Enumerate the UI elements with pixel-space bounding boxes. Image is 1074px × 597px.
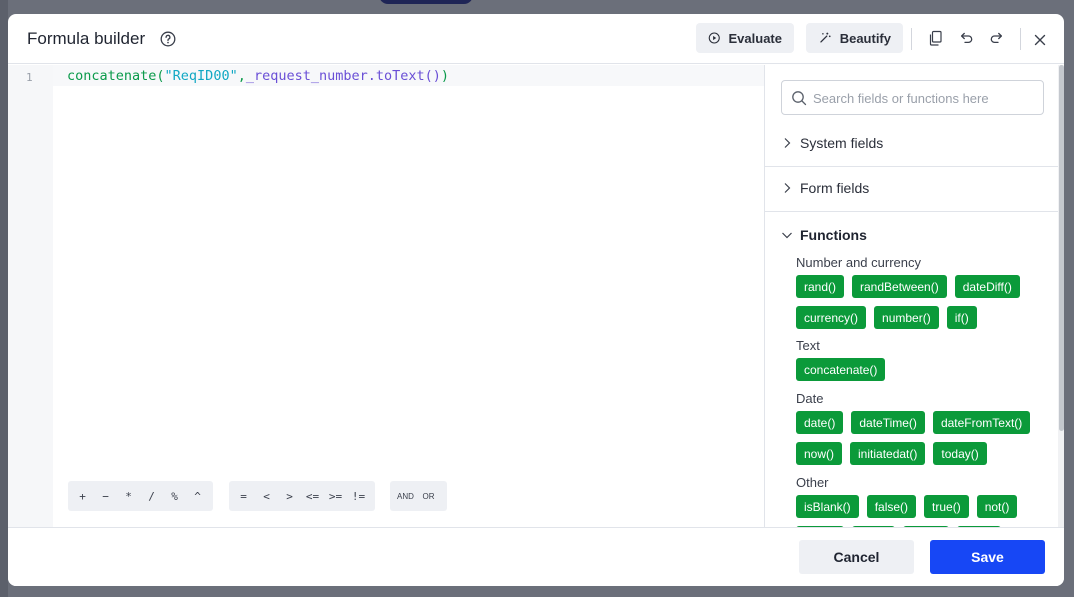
chip-row: date() dateTime() dateFromText() — [796, 411, 1031, 434]
function-chip[interactable]: dateTime() — [851, 411, 925, 434]
dialog-title: Formula builder — [27, 29, 146, 48]
magic-wand-icon — [820, 32, 831, 43]
toolbar-divider — [911, 28, 912, 50]
code-close-token: ) — [440, 68, 450, 84]
section-label: System fields — [800, 135, 884, 151]
arithmetic-operators: + − * / % ^ — [68, 481, 213, 511]
code-function-token: concatenate( — [67, 68, 165, 84]
function-chip[interactable]: number() — [874, 306, 939, 329]
operator-multiply-button[interactable]: * — [117, 490, 140, 503]
operator-and-button[interactable]: AND — [394, 492, 417, 501]
operator-greater-equal-button[interactable]: >= — [324, 490, 347, 503]
function-chip[interactable]: false() — [866, 495, 917, 518]
formula-builder-dialog: Formula builder Evaluate Beautify 1 conc… — [8, 14, 1064, 586]
group-title-number: Number and currency — [796, 255, 921, 270]
chevron-right-icon — [784, 138, 791, 148]
function-chip[interactable]: isBlank() — [796, 495, 859, 518]
operator-greater-button[interactable]: > — [278, 490, 301, 503]
group-title-date: Date — [796, 391, 824, 406]
operator-power-button[interactable]: ^ — [186, 490, 209, 503]
chip-row: now() initiatedat() today() — [796, 442, 987, 465]
chip-row: isBlank() false() true() not() — [796, 495, 1018, 518]
chip-row: concatenate() — [796, 358, 886, 381]
dialog-footer: Cancel Save — [8, 527, 1064, 586]
function-chip[interactable]: date() — [796, 411, 844, 434]
search-input[interactable] — [813, 87, 1038, 109]
operator-less-equal-button[interactable]: <= — [301, 490, 324, 503]
beautify-label: Beautify — [839, 30, 891, 46]
function-chip[interactable]: today() — [933, 442, 987, 465]
operator-modulo-button[interactable]: % — [163, 490, 186, 503]
operator-less-button[interactable]: < — [255, 490, 278, 503]
section-label: Functions — [800, 227, 867, 243]
function-chip[interactable]: concatenate() — [796, 358, 886, 381]
function-chip[interactable]: initiatedat() — [850, 442, 926, 465]
evaluate-label: Evaluate — [728, 30, 782, 46]
background-strip — [0, 0, 8, 597]
line-gutter: 1 — [8, 65, 53, 527]
scrollbar-thumb[interactable] — [1059, 65, 1064, 431]
redo-icon[interactable] — [989, 30, 1005, 46]
function-chip[interactable]: randBetween() — [852, 275, 947, 298]
logical-operators: AND OR — [390, 481, 447, 511]
undo-icon[interactable] — [958, 30, 974, 46]
save-button[interactable]: Save — [930, 540, 1045, 574]
section-form-fields[interactable]: Form fields — [765, 167, 1059, 212]
close-icon[interactable] — [1033, 33, 1047, 47]
code-property-token: _request_number.toText() — [245, 68, 441, 84]
fields-functions-panel: System fields Form fields Functions Numb… — [764, 65, 1064, 527]
comparison-operators: = < > <= >= != — [229, 481, 375, 511]
toolbar-divider — [1020, 28, 1021, 50]
chip-row: currency() number() if() — [796, 306, 977, 329]
line-number: 1 — [26, 71, 33, 84]
operator-minus-button[interactable]: − — [94, 490, 117, 503]
function-chip[interactable]: dateFromText() — [932, 411, 1031, 434]
search-icon — [792, 91, 807, 106]
function-chip[interactable]: dateDiff() — [954, 275, 1020, 298]
copy-icon[interactable] — [928, 30, 944, 46]
search-box — [781, 80, 1044, 115]
cancel-button[interactable]: Cancel — [799, 540, 914, 574]
function-chip[interactable]: not() — [976, 495, 1018, 518]
section-label: Form fields — [800, 180, 870, 196]
play-circle-icon — [708, 32, 720, 44]
help-icon[interactable] — [160, 31, 176, 47]
code-comma-token: , — [237, 68, 246, 84]
evaluate-button[interactable]: Evaluate — [696, 23, 794, 53]
code-line[interactable]: concatenate("ReqID00",_request_number.to… — [53, 65, 764, 86]
chip-row: rand() randBetween() dateDiff() — [796, 275, 1020, 298]
beautify-button[interactable]: Beautify — [806, 23, 903, 53]
formula-editor[interactable]: 1 concatenate("ReqID00",_request_number.… — [8, 65, 764, 527]
function-chip[interactable]: rand() — [796, 275, 845, 298]
background-pill — [379, 0, 473, 4]
section-functions[interactable]: Functions — [765, 222, 1059, 252]
function-chip[interactable]: currency() — [796, 306, 867, 329]
operator-equal-button[interactable]: = — [232, 490, 255, 503]
section-system-fields[interactable]: System fields — [765, 122, 1059, 167]
group-title-text: Text — [796, 338, 820, 353]
function-chip[interactable]: if() — [946, 306, 977, 329]
operator-or-button[interactable]: OR — [417, 492, 440, 501]
code-string-token: "ReqID00" — [164, 68, 238, 84]
dialog-header: Formula builder Evaluate Beautify — [8, 14, 1064, 64]
operator-not-equal-button[interactable]: != — [347, 490, 370, 503]
group-title-other: Other — [796, 475, 829, 490]
chevron-down-icon — [782, 232, 792, 239]
operator-divide-button[interactable]: / — [140, 490, 163, 503]
function-chip[interactable]: now() — [796, 442, 843, 465]
function-chip[interactable]: true() — [924, 495, 969, 518]
operator-plus-button[interactable]: + — [71, 490, 94, 503]
chevron-right-icon — [784, 183, 791, 193]
